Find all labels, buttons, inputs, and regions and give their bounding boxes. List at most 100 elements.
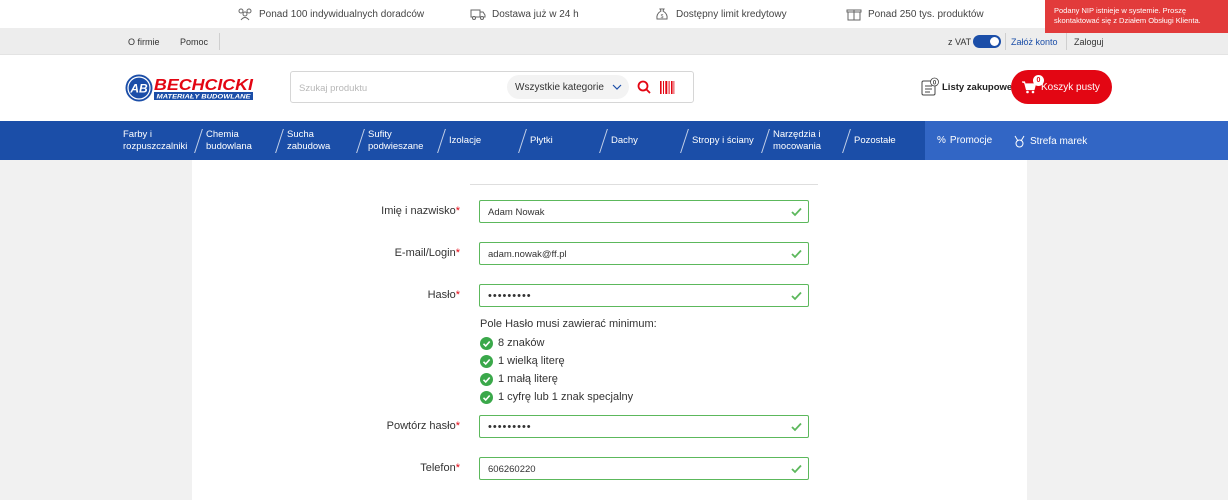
- benefit-products-label: Ponad 250 tys. produktów: [868, 8, 984, 20]
- percent-icon: %: [937, 135, 946, 146]
- nav-item-ceilings[interactable]: Sufity podwieszane: [368, 129, 423, 153]
- nav-item-roofs[interactable]: Dachy: [611, 135, 638, 147]
- nav-item-line: Chemia: [206, 129, 239, 140]
- benefit-advisors-label: Ponad 100 indywidualnych doradców: [259, 8, 425, 20]
- nav-item-line: Sucha: [287, 129, 314, 140]
- nav-item-tools[interactable]: Narzędzia i mocowania: [773, 129, 821, 153]
- nav-item-line: mocowania: [773, 141, 822, 152]
- required-mark: *: [455, 247, 460, 259]
- box-icon: [846, 9, 862, 21]
- password-rule: 1 wielką literę: [480, 354, 565, 368]
- money-bag-icon: $: [656, 8, 668, 20]
- password-repeat-label: Powtórz hasło*: [300, 420, 460, 432]
- nav-item-other[interactable]: Pozostałe: [854, 135, 896, 147]
- about-link[interactable]: O firmie: [128, 37, 160, 47]
- utility-divider: [219, 33, 220, 50]
- barcode-scan-icon[interactable]: [659, 80, 675, 95]
- utility-divider: [1066, 33, 1067, 50]
- name-label: Imię i nazwisko*: [300, 205, 460, 217]
- benefit-delivery-label: Dostawa już w 24 h: [492, 8, 579, 20]
- password-repeat-field: [479, 415, 809, 438]
- check-circle-icon: [480, 354, 493, 368]
- name-input[interactable]: [488, 205, 778, 219]
- nav-item-tiles[interactable]: Płytki: [530, 135, 553, 147]
- nav-item-line: Dachy: [611, 135, 638, 146]
- cart-label: Koszyk pusty: [1041, 81, 1100, 93]
- vat-toggle[interactable]: [973, 35, 1001, 48]
- benefit-delivery: Dostawa już w 24 h: [470, 7, 579, 21]
- nav-item-line: Pozostałe: [854, 135, 896, 146]
- email-label-text: E-mail/Login: [394, 247, 456, 259]
- nav-item-line: zabudowa: [287, 141, 331, 152]
- cart-count-badge: 0: [1033, 75, 1044, 86]
- benefit-credit-label: Dostępny limit kredytowy: [676, 8, 787, 20]
- error-toast: Podany NIP istnieje w systemie. Proszę s…: [1045, 0, 1228, 33]
- check-circle-icon: [480, 372, 493, 386]
- nav-item-dry-construction[interactable]: Sucha zabudowa: [287, 129, 330, 153]
- error-toast-message: Podany NIP istnieje w systemie. Proszę s…: [1054, 6, 1201, 25]
- login-link[interactable]: Zaloguj: [1074, 37, 1104, 47]
- nav-promotions[interactable]: % Promocje: [937, 135, 992, 146]
- password-rules-title: Pole Hasło musi zawierać minimum:: [480, 318, 657, 330]
- nav-item-paints[interactable]: Farby i rozpuszczalniki: [123, 129, 187, 153]
- help-link[interactable]: Pomoc: [180, 37, 208, 47]
- required-mark: *: [455, 420, 460, 432]
- nav-item-chemistry[interactable]: Chemia budowlana: [206, 129, 252, 153]
- nav-divider: [599, 129, 608, 153]
- password-rule: 1 cyfrę lub 1 znak specjalny: [480, 390, 633, 404]
- nav-divider: [842, 129, 851, 153]
- cart-button[interactable]: 0 Koszyk pusty: [1011, 70, 1112, 104]
- password-field: [479, 284, 809, 307]
- register-link[interactable]: Załóż konto: [1011, 37, 1058, 47]
- password-rule: 8 znaków: [480, 336, 544, 350]
- nav-item-line: Płytki: [530, 135, 553, 146]
- required-mark: *: [455, 462, 460, 474]
- password-repeat-input[interactable]: [488, 420, 778, 434]
- shopping-list-icon: 0: [921, 77, 939, 96]
- email-label: E-mail/Login*: [300, 247, 460, 259]
- svg-text:$: $: [661, 14, 664, 20]
- medal-icon: [1014, 135, 1025, 148]
- password-rule-text: 1 małą literę: [498, 373, 558, 385]
- nav-item-walls[interactable]: Stropy i ściany: [692, 135, 754, 147]
- email-input[interactable]: [488, 247, 778, 261]
- password-input[interactable]: [488, 289, 778, 303]
- nav-item-line: Stropy i ściany: [692, 135, 754, 146]
- required-mark: *: [455, 205, 460, 217]
- search-input[interactable]: [299, 80, 499, 96]
- main-navigation: Farby i rozpuszczalniki Chemia budowlana S…: [0, 121, 1228, 160]
- phone-input[interactable]: [488, 462, 778, 476]
- nav-item-insulation[interactable]: Izolacje: [449, 135, 481, 147]
- search-icon[interactable]: [637, 80, 651, 94]
- search-bar: Wszystkie kategorie: [290, 71, 694, 103]
- logo-mark: AB: [129, 82, 148, 96]
- vat-toggle-knob: [990, 37, 999, 46]
- benefits-bar: Ponad 100 indywidualnych doradców Dostaw…: [0, 0, 1228, 28]
- shopping-lists-label: Listy zakupowe: [942, 81, 1013, 93]
- nav-brands[interactable]: Strefa marek: [1013, 135, 1087, 148]
- nav-divider: [437, 129, 446, 153]
- phone-field: [479, 457, 809, 480]
- logo-name: BECHCICKI: [154, 77, 254, 94]
- logo-subtitle: MATERIAŁY BUDOWLANE: [157, 94, 252, 101]
- check-circle-icon: [480, 390, 493, 404]
- valid-check-icon: [791, 207, 802, 217]
- shopping-lists-button[interactable]: 0 Listy zakupowe: [920, 76, 1012, 98]
- nav-divider: [518, 129, 527, 153]
- password-label: Hasło*: [300, 289, 460, 301]
- bechcicki-logo[interactable]: AB BECHCICKI MATERIAŁY BUDOWLANE: [124, 72, 256, 104]
- nav-divider: [275, 129, 284, 153]
- nav-item-line: budowlana: [206, 141, 252, 152]
- check-circle-icon: [480, 336, 493, 350]
- delivery-truck-icon: [470, 9, 486, 20]
- vat-label: z VAT: [948, 37, 972, 47]
- password-repeat-label-text: Powtórz hasło: [386, 420, 456, 432]
- benefit-products: Ponad 250 tys. produktów: [846, 7, 984, 21]
- category-select-value: Wszystkie kategorie: [515, 81, 604, 93]
- category-select[interactable]: Wszystkie kategorie: [507, 75, 629, 99]
- nav-item-line: Farby i: [123, 129, 153, 140]
- email-field: [479, 242, 809, 265]
- password-rule-text: 8 znaków: [498, 337, 545, 349]
- password-label-text: Hasło: [427, 289, 456, 301]
- phone-label-text: Telefon: [420, 462, 456, 474]
